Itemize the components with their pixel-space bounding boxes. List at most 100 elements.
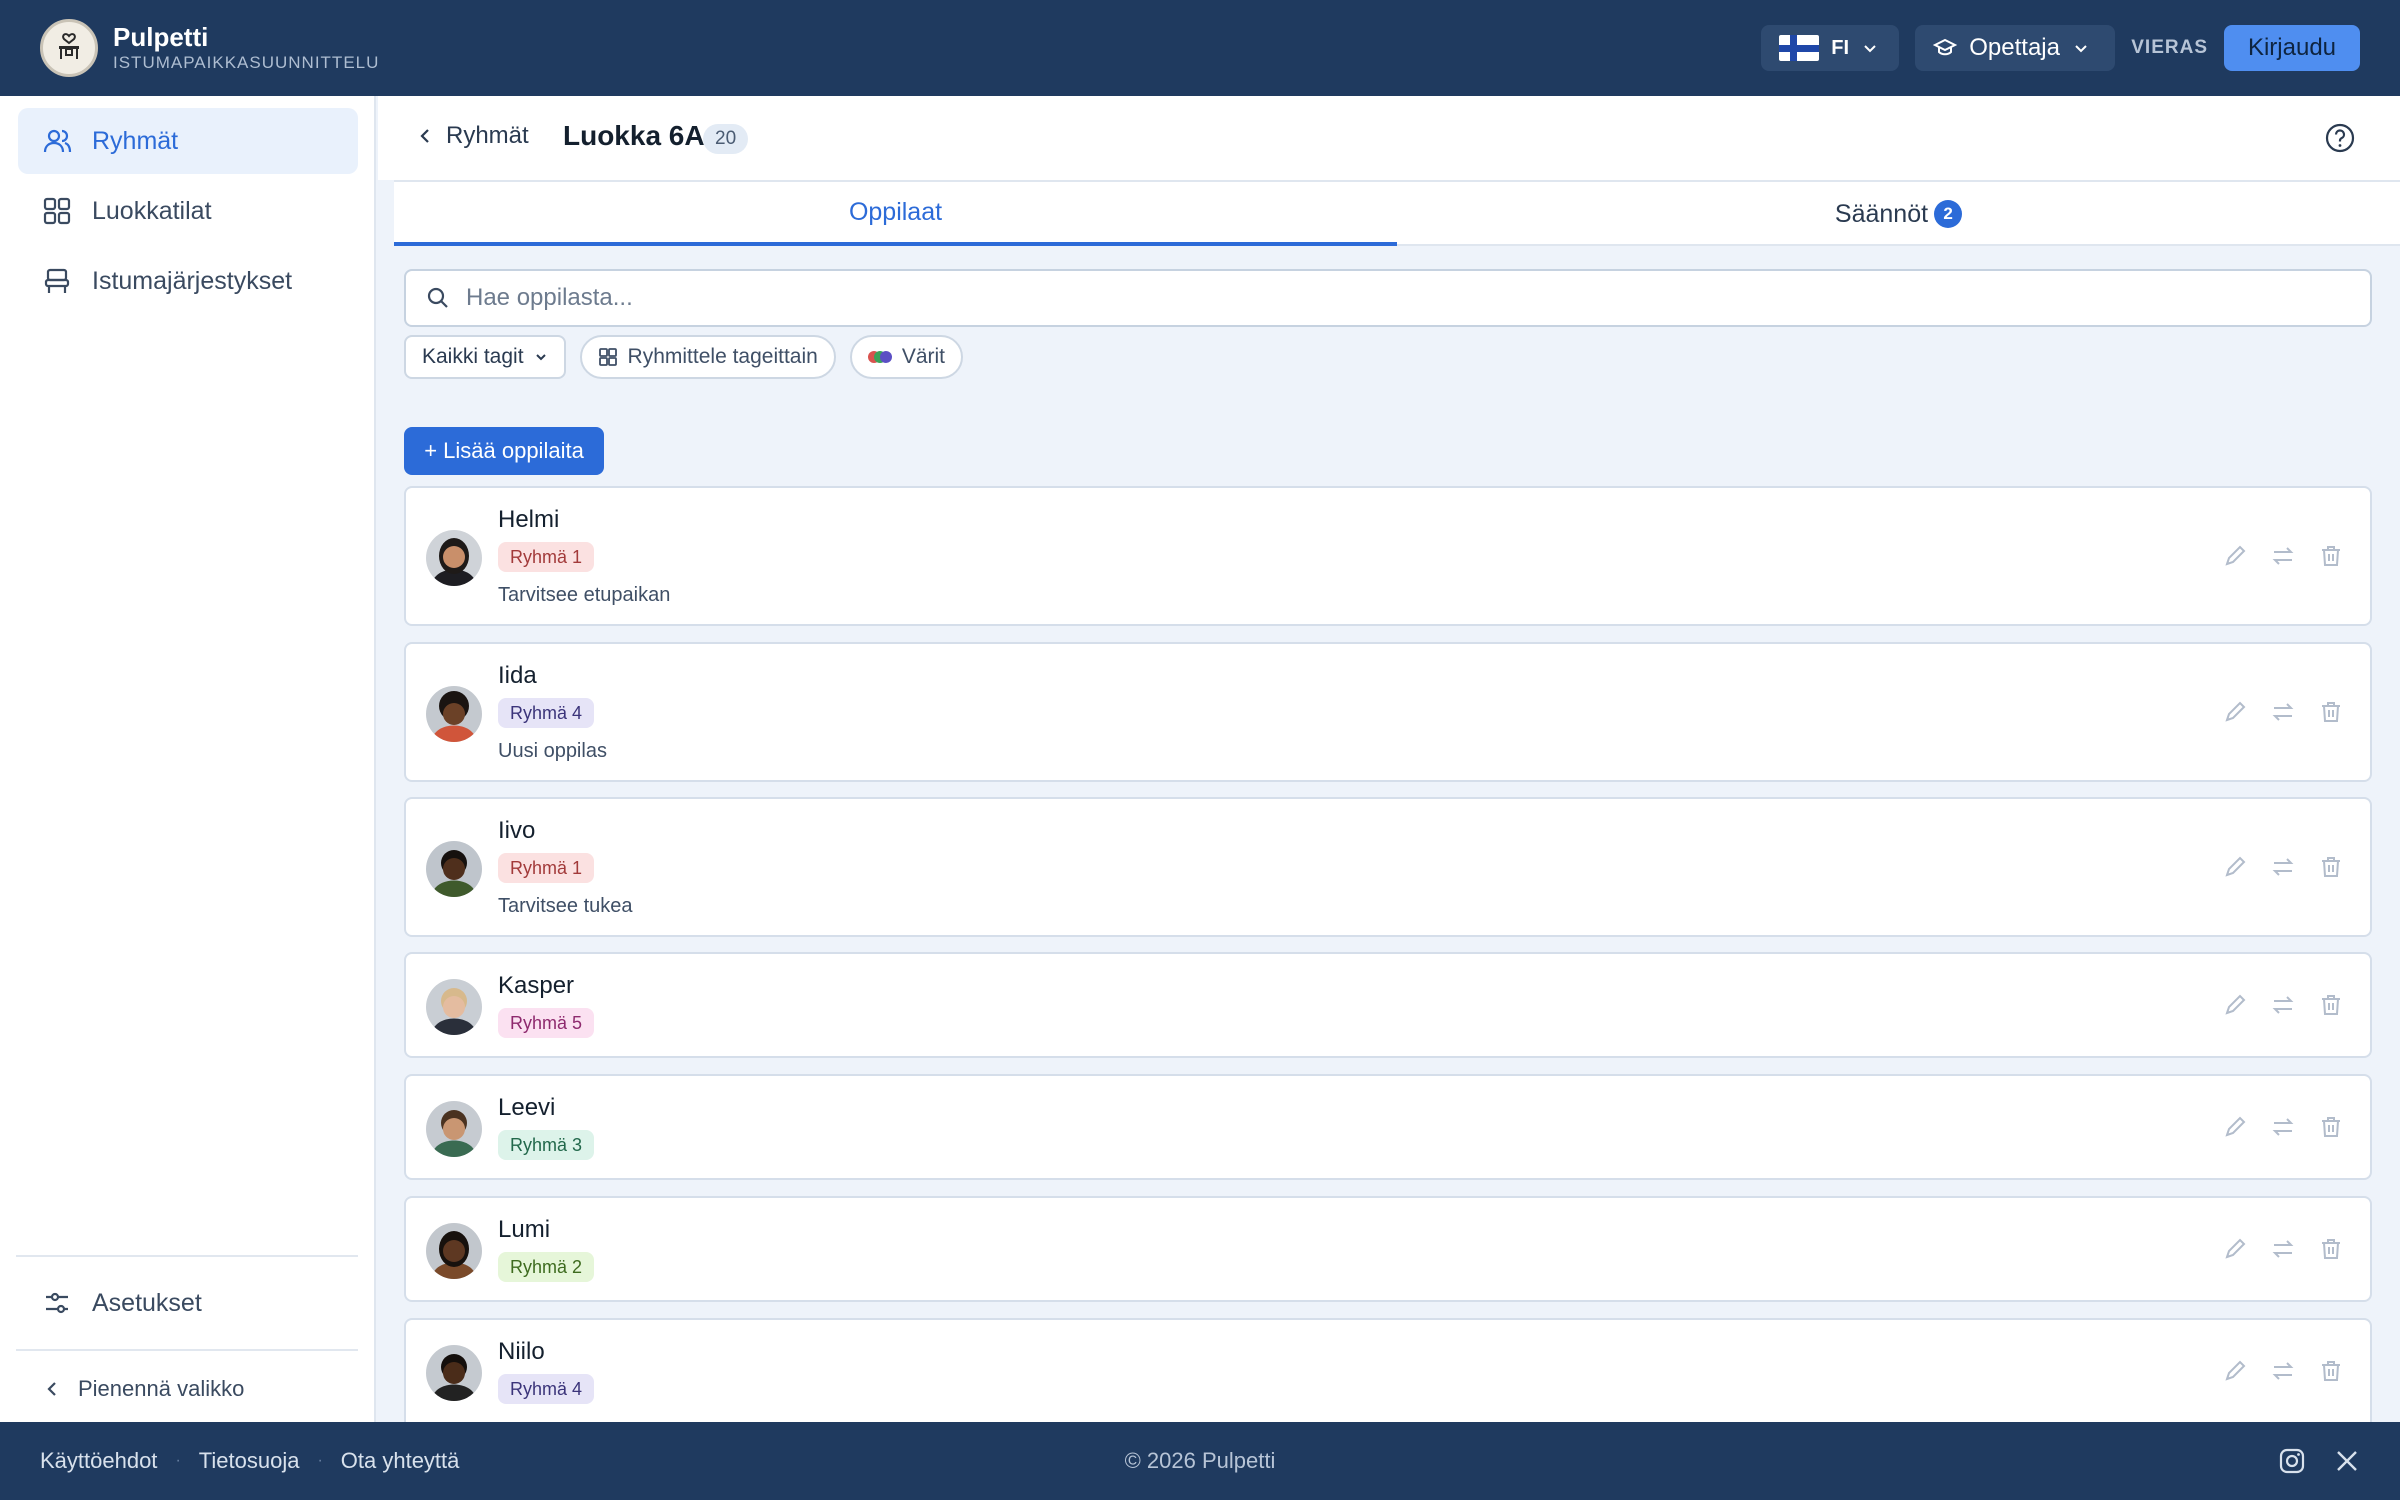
grid-icon [598,348,617,366]
tag-filter-dropdown[interactable]: Kaikki tagit [404,335,566,379]
student-name: Kasper [498,972,575,999]
sidebar: Ryhmät Luokkatilat Istumajärjestykset As… [0,96,376,1422]
student-note: Uusi oppilas [498,740,607,762]
group-tag: Ryhmä 5 [498,1008,595,1038]
tab-label: Oppilaat [848,197,943,226]
student-card[interactable]: Niilo Ryhmä 4 [404,1318,2372,1422]
trash-icon[interactable] [2318,699,2344,725]
page-header: Ryhmät Luokka 6A 20 [378,96,2400,180]
search-field[interactable] [404,269,2372,327]
swap-arrows-icon[interactable] [2270,1114,2296,1140]
chevron-down-icon [535,354,546,361]
logo-icon[interactable] [40,19,98,77]
help-icon[interactable] [2324,122,2356,154]
x-icon[interactable] [2334,1448,2360,1474]
colors-toggle-button[interactable]: Värit [849,335,963,379]
trash-icon[interactable] [2318,992,2344,1018]
edit-pencil-icon[interactable] [2222,1358,2248,1384]
edit-pencil-icon[interactable] [2222,1236,2248,1262]
collapse-menu-button[interactable]: Pienennä valikko [44,1376,244,1402]
search-icon [427,287,448,308]
student-name: Leevi [498,1094,556,1121]
trash-icon[interactable] [2318,1236,2344,1262]
back-to-groups-link[interactable]: Ryhmät [418,122,529,150]
group-tag: Ryhmä 3 [498,1130,595,1160]
guest-label: VIERAS [2131,37,2208,58]
trash-icon[interactable] [2318,1114,2344,1140]
sidebar-item-settings[interactable]: Asetukset [18,1270,358,1336]
social-links [2278,1447,2360,1475]
language-label: FI [1831,36,1850,59]
tab-students[interactable]: Oppilaat [394,182,1397,246]
sidebar-divider [16,1349,358,1351]
group-tag: Ryhmä 1 [498,853,595,883]
sidebar-item-label: Istumajärjestykset [92,266,293,295]
avatar [426,1345,482,1401]
group-tag: Ryhmä 1 [498,542,595,572]
chevron-down-icon [2075,45,2087,53]
role-selector[interactable]: Opettaja [1915,25,2116,71]
sliders-icon [46,1292,68,1314]
group-by-tags-button[interactable]: Ryhmittele tageittain [579,335,836,379]
rules-count-badge: 2 [1934,200,1963,228]
student-count-badge: 20 [703,124,749,154]
add-students-button[interactable]: + Lisää oppilaita [404,427,604,475]
avatar [426,979,482,1035]
chevron-left-icon [420,129,429,143]
top-bar: Pulpetti ISTUMAPAIKKASUUNNITTELU FI Opet… [0,0,2400,96]
edit-pencil-icon[interactable] [2222,992,2248,1018]
finland-flag-icon [1779,35,1820,61]
swap-arrows-icon[interactable] [2270,543,2296,569]
trash-icon[interactable] [2318,854,2344,880]
student-card[interactable]: Iida Ryhmä 4 Uusi oppilas [404,642,2372,782]
tab-rules[interactable]: Säännöt 2 [1397,182,2400,246]
sidebar-item-seating-plans[interactable]: Istumajärjestykset [18,248,358,314]
swap-arrows-icon[interactable] [2270,1236,2296,1262]
avatar [426,1223,482,1279]
student-card[interactable]: Leevi Ryhmä 3 [404,1074,2372,1180]
student-card[interactable]: Lumi Ryhmä 2 [404,1196,2372,1302]
group-by-label: Ryhmittele tageittain [627,345,818,368]
sidebar-item-classrooms[interactable]: Luokkatilat [18,178,358,244]
login-button[interactable]: Kirjaudu [2224,25,2360,71]
role-label: Opettaja [1969,34,2060,61]
student-card[interactable]: Helmi Ryhmä 1 Tarvitsee etupaikan [404,486,2372,626]
swap-arrows-icon[interactable] [2270,854,2296,880]
avatar [426,1101,482,1157]
language-selector[interactable]: FI [1761,25,1900,71]
chevron-down-icon [1864,45,1876,53]
swap-arrows-icon[interactable] [2270,699,2296,725]
row-actions [2222,854,2344,880]
sidebar-divider [16,1255,358,1257]
trash-icon[interactable] [2318,543,2344,569]
edit-pencil-icon[interactable] [2222,699,2248,725]
grid-icon [43,197,71,225]
footer-link-contact[interactable]: Ota yhteyttä [341,1448,460,1474]
sidebar-item-label: Luokkatilat [92,196,212,225]
trash-icon[interactable] [2318,1358,2344,1384]
edit-pencil-icon[interactable] [2222,543,2248,569]
group-tag: Ryhmä 4 [498,698,595,728]
main-content: Ryhmät Luokka 6A 20 Oppilaat Säännöt 2 K… [378,96,2400,1422]
back-label: Ryhmät [446,122,529,149]
instagram-icon[interactable] [2278,1447,2306,1475]
footer-link-privacy[interactable]: Tietosuoja [199,1448,300,1474]
seat-icon [44,268,70,293]
footer-link-terms[interactable]: Käyttöehdot [40,1448,157,1474]
student-name: Lumi [498,1216,551,1243]
colors-label: Värit [901,345,945,368]
edit-pencil-icon[interactable] [2222,1114,2248,1140]
tab-label: Säännöt [1834,199,1929,228]
chevron-left-icon [47,1382,56,1396]
swap-arrows-icon[interactable] [2270,992,2296,1018]
swap-arrows-icon[interactable] [2270,1358,2296,1384]
student-name: Iida [498,662,537,689]
sidebar-item-groups[interactable]: Ryhmät [18,108,358,174]
brand: Pulpetti ISTUMAPAIKKASUUNNITTELU [113,22,379,74]
student-card[interactable]: Iivo Ryhmä 1 Tarvitsee tukea [404,797,2372,937]
tabs: Oppilaat Säännöt 2 [394,180,2400,246]
student-name: Iivo [498,817,536,844]
search-input[interactable] [466,284,2266,312]
edit-pencil-icon[interactable] [2222,854,2248,880]
student-card[interactable]: Kasper Ryhmä 5 [404,952,2372,1058]
